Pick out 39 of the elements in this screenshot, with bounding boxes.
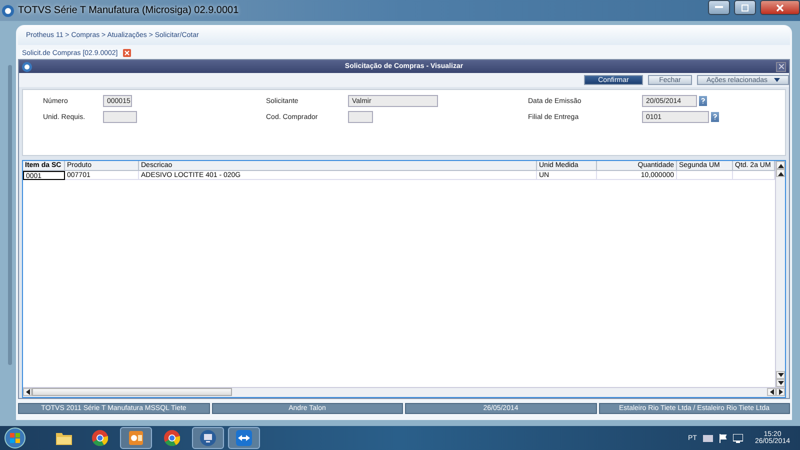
- close-button[interactable]: [760, 0, 800, 15]
- taskbar-app[interactable]: [228, 427, 260, 449]
- close-icon[interactable]: [776, 62, 786, 72]
- input-field[interactable]: [348, 111, 373, 123]
- chrome-icon: [92, 430, 108, 446]
- restore-button[interactable]: [734, 0, 756, 15]
- scroll-top-button[interactable]: [776, 161, 785, 169]
- restore-icon: [741, 4, 749, 12]
- scroll-thumb[interactable]: [32, 388, 232, 396]
- app-logo-icon: [2, 4, 14, 16]
- side-handle[interactable]: [8, 65, 12, 365]
- window-title: TOTVS Série T Manufatura (Microsiga) 02.9.0001: [18, 5, 240, 16]
- left-icon: [26, 389, 30, 395]
- network-icon[interactable]: [732, 434, 743, 442]
- scroll-right-button[interactable]: [776, 388, 785, 396]
- table-cell: [677, 171, 733, 180]
- flag-icon[interactable]: [718, 434, 727, 442]
- minimize-button[interactable]: [708, 0, 730, 15]
- arrows-icon: [236, 430, 252, 446]
- scroll-left-button[interactable]: [767, 388, 776, 396]
- caret-icon: [774, 78, 780, 82]
- right-icon: [778, 389, 782, 395]
- monitor-icon: [200, 430, 216, 446]
- minimize-icon: [715, 6, 723, 9]
- lookup-icon[interactable]: [711, 112, 719, 122]
- folder-icon: [56, 431, 72, 445]
- envelope-icon: [128, 430, 144, 446]
- scroll-bottom-button[interactable]: [776, 379, 785, 387]
- taskbar-app[interactable]: [120, 427, 152, 449]
- keyboard-icon[interactable]: [702, 434, 713, 442]
- close-icon: [776, 4, 784, 12]
- app-logo-icon: [22, 62, 32, 72]
- taskbar-app[interactable]: [192, 427, 224, 449]
- input-field[interactable]: [103, 111, 137, 123]
- scroll-left-button[interactable]: [23, 388, 32, 396]
- start-button-icon[interactable]: [4, 427, 26, 449]
- lookup-icon[interactable]: [699, 96, 707, 106]
- chrome-icon: [164, 430, 180, 446]
- left-icon: [770, 389, 774, 395]
